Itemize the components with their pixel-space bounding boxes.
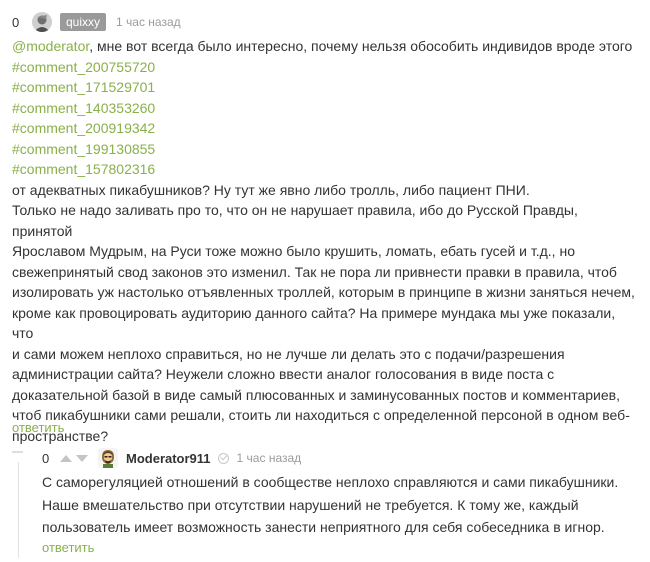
comment1-text-line: чтоб пикабушники сами решали, стоить ли …	[12, 407, 630, 423]
comment1-reply-button[interactable]: ответить	[12, 420, 64, 435]
comment2-username[interactable]: Moderator911	[126, 451, 211, 466]
comment1-text-line: от адекватных пикабушников? Ну тут же яв…	[12, 181, 530, 198]
comment2-rating: 0	[42, 450, 50, 466]
comment1-text-line: изолировать уж настолько отъявленных тро…	[12, 284, 635, 300]
comments-section: 0 quixxy 1 час назад @moderator, мне вот…	[0, 0, 650, 562]
comment2-header: 0 Moderator911 1 час назад	[42, 446, 301, 470]
comment1-username[interactable]: quixxy	[60, 13, 107, 31]
mention-link[interactable]: @moderator	[12, 38, 89, 54]
moderator-avatar-image	[98, 448, 118, 468]
comment1-intro-text: , мне вот всегда было интересно, почему …	[89, 38, 633, 54]
comment1-text-line: Только не надо заливать про то, что он н…	[12, 202, 578, 239]
comment2-reply-button[interactable]: ответить	[42, 540, 94, 555]
thread-line[interactable]	[18, 462, 19, 558]
comment2-body: С саморегуляцией отношений в сообществе …	[42, 471, 642, 539]
comment1-text-line: и сами можем неплохо справиться, но не л…	[12, 345, 565, 362]
comment2-time[interactable]: 1 час назад	[237, 451, 302, 465]
comment1-avatar[interactable]	[32, 12, 52, 32]
comment1-text-line: свежепринятый свод законов это изменил. …	[12, 263, 617, 280]
comment1-text-line: доказательной базой в виде самый плюсова…	[12, 386, 620, 403]
comment1-time[interactable]: 1 час назад	[116, 15, 181, 29]
moderator-check-icon	[217, 452, 229, 464]
comment2-text-line: С саморегуляцией отношений в сообществе …	[42, 474, 619, 490]
comment2-text-line: Наше вмешательство при отсутствии наруше…	[42, 496, 579, 513]
comment-link-4[interactable]: #comment_200919342	[12, 120, 155, 136]
comment1-intro-line: @moderator, мне вот всегда было интересн…	[12, 36, 640, 57]
comment1-text-line: Ярославом Мудрым, на Руси тоже можно был…	[12, 243, 575, 259]
upvote-arrow-icon[interactable]	[60, 454, 72, 462]
comment1-text-line: пространстве?	[12, 427, 109, 444]
comment1-rating: 0	[12, 14, 20, 30]
downvote-arrow-icon[interactable]	[76, 454, 88, 462]
comment1-header: 0 quixxy 1 час назад	[12, 11, 181, 33]
comment2-avatar[interactable]	[98, 448, 118, 468]
comment-link-6[interactable]: #comment_157802316	[12, 161, 155, 177]
comment1-text-line: кроме как провоцировать аудиторию данног…	[12, 304, 616, 342]
comment1-text-line: администрации сайта? Неужели сложно ввес…	[12, 366, 555, 382]
comment1-body: @moderator, мне вот всегда было интересн…	[12, 36, 640, 446]
thread-collapse-marker[interactable]	[12, 451, 23, 453]
comment-link-1[interactable]: #comment_200755720	[12, 59, 155, 75]
comment-link-2[interactable]: #comment_171529701	[12, 79, 155, 95]
avatar-image	[32, 12, 52, 32]
comment2-text-line: пользователь имеет возможность занести н…	[42, 519, 605, 535]
comment-link-3[interactable]: #comment_140353260	[12, 100, 155, 116]
comment-link-5[interactable]: #comment_199130855	[12, 141, 155, 157]
